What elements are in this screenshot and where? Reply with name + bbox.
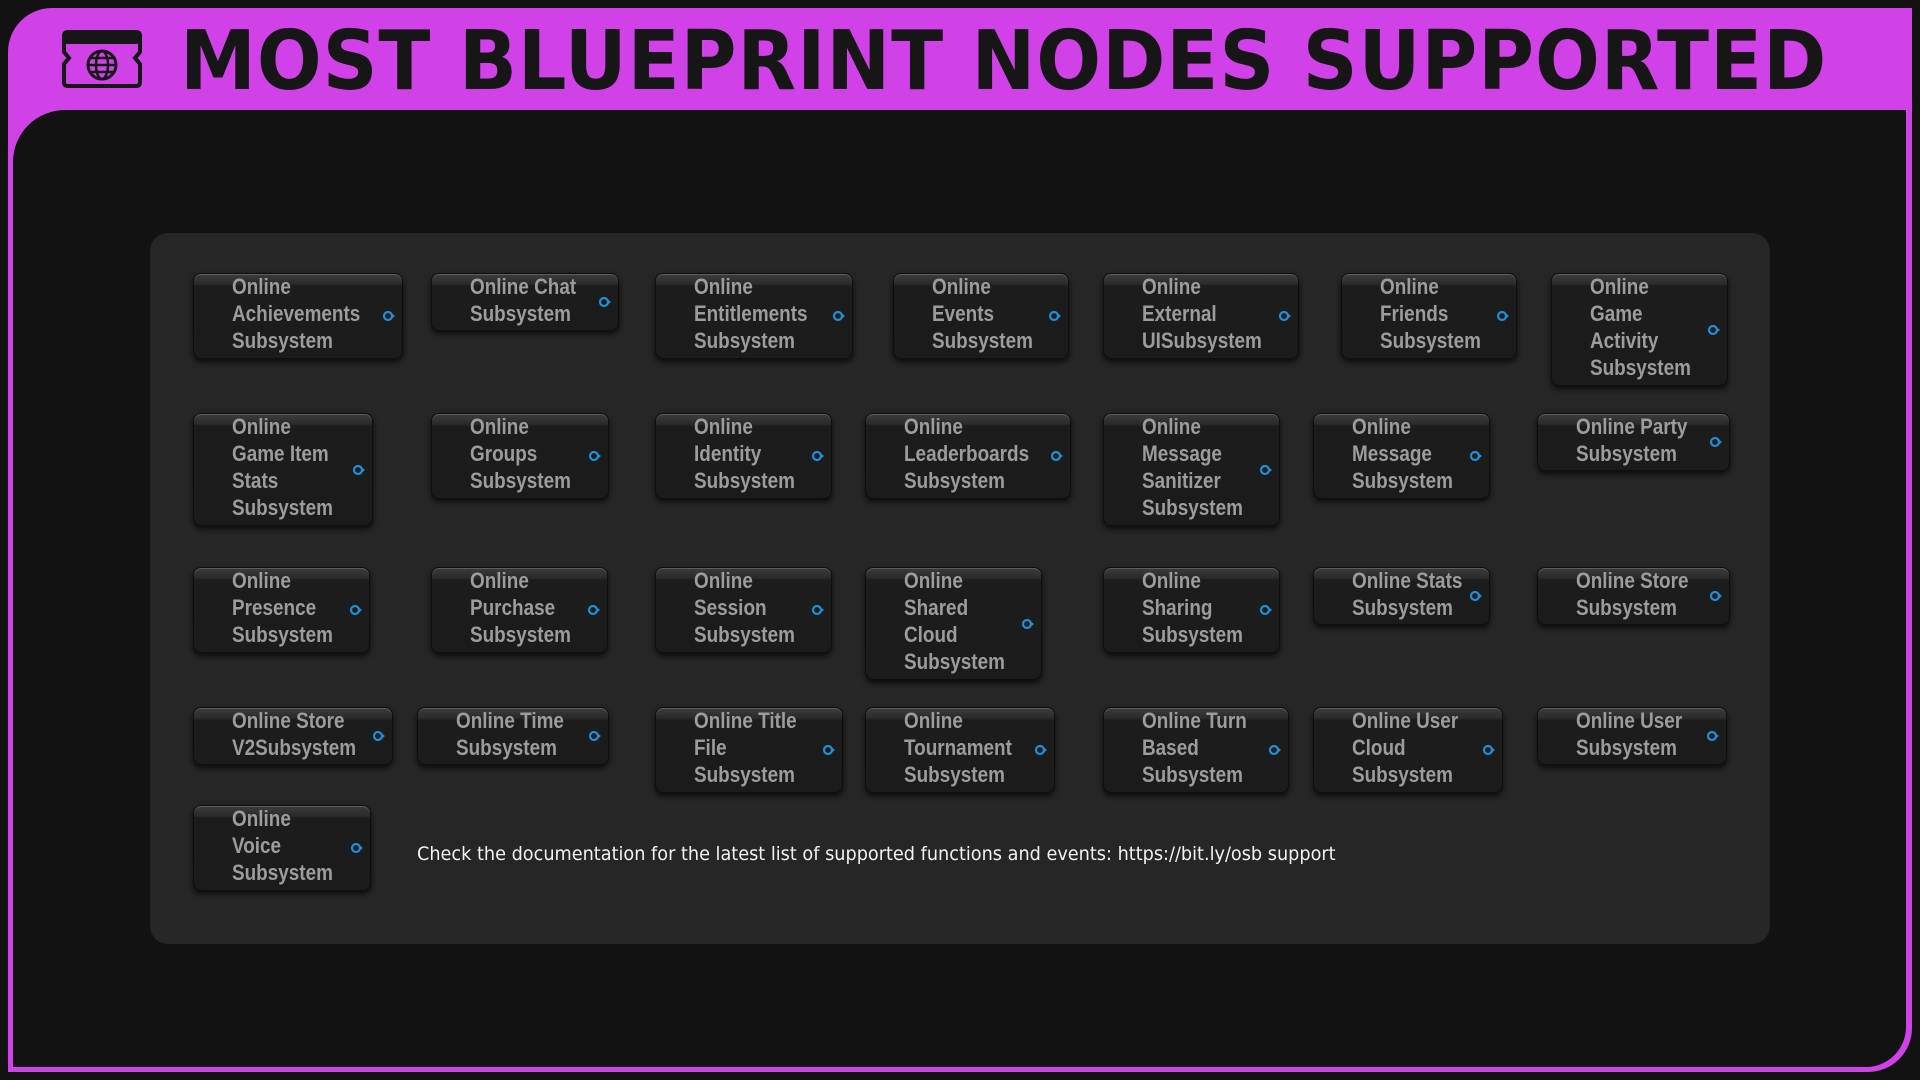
blueprint-node[interactable]: Online Identity Subsystem — [655, 413, 832, 499]
node-label: Online Achievements Subsystem — [232, 274, 361, 353]
node-label: Online Title File Subsystem — [694, 708, 797, 787]
blueprint-node[interactable]: Online Party Subsystem — [1537, 413, 1730, 471]
output-pin-icon[interactable] — [598, 296, 612, 308]
node-label: Online Events Subsystem — [932, 274, 1033, 353]
page-title: MOST BLUEPRINT NODES SUPPORTED — [180, 14, 1828, 109]
node-label: Online Game Activity Subsystem — [1590, 274, 1691, 380]
blueprint-node[interactable]: Online Sharing Subsystem — [1103, 567, 1280, 653]
output-pin-icon[interactable] — [1706, 730, 1720, 742]
output-pin-icon[interactable] — [1496, 310, 1510, 322]
node-label: Online Leaderboards Subsystem — [904, 414, 1030, 493]
blueprint-node[interactable]: Online Events Subsystem — [893, 273, 1069, 359]
blueprint-node[interactable]: Online Message Sanitizer Subsystem — [1103, 413, 1280, 526]
node-label: Online Turn Based Subsystem — [1142, 708, 1247, 787]
output-pin-icon[interactable] — [1048, 310, 1062, 322]
blueprint-node[interactable]: Online User Cloud Subsystem — [1313, 707, 1503, 793]
documentation-note: Check the documentation for the latest l… — [417, 843, 1336, 865]
node-label: Online User Subsystem — [1576, 708, 1683, 760]
blueprint-node[interactable]: Online Voice Subsystem — [193, 805, 371, 891]
output-pin-icon[interactable] — [832, 310, 846, 322]
output-pin-icon[interactable] — [1034, 744, 1048, 756]
node-label: Online Entitlements Subsystem — [694, 274, 808, 353]
output-pin-icon[interactable] — [1259, 604, 1273, 616]
output-pin-icon[interactable] — [1709, 590, 1723, 602]
blueprint-node[interactable]: Online Tournament Subsystem — [865, 707, 1055, 793]
output-pin-icon[interactable] — [352, 464, 366, 476]
node-label: Online Message Sanitizer Subsystem — [1142, 414, 1243, 520]
output-pin-icon[interactable] — [349, 604, 363, 616]
output-pin-icon[interactable] — [350, 842, 364, 854]
output-pin-icon[interactable] — [1259, 464, 1273, 476]
blueprint-node[interactable]: Online Stats Subsystem — [1313, 567, 1490, 625]
blueprint-node[interactable]: Online Purchase Subsystem — [431, 567, 608, 653]
node-label: Online Store Subsystem — [1576, 568, 1689, 620]
node-label: Online External UISubsystem — [1142, 274, 1262, 353]
output-pin-icon[interactable] — [1707, 324, 1721, 336]
node-label: Online Identity Subsystem — [694, 414, 795, 493]
blueprint-node[interactable]: Online Game Item Stats Subsystem — [193, 413, 373, 526]
output-pin-icon[interactable] — [1021, 618, 1035, 630]
blueprint-node[interactable]: Online Groups Subsystem — [431, 413, 609, 499]
output-pin-icon[interactable] — [588, 450, 602, 462]
blueprint-node[interactable]: Online Time Subsystem — [417, 707, 609, 765]
blueprint-node[interactable]: Online Leaderboards Subsystem — [865, 413, 1071, 499]
output-pin-icon[interactable] — [1469, 590, 1483, 602]
blueprint-node[interactable]: Online Friends Subsystem — [1341, 273, 1517, 359]
output-pin-icon[interactable] — [372, 730, 386, 742]
node-label: Online Session Subsystem — [694, 568, 795, 647]
blueprint-node[interactable]: Online External UISubsystem — [1103, 273, 1299, 359]
blueprint-node[interactable]: Online Presence Subsystem — [193, 567, 370, 653]
blueprint-node[interactable]: Online Achievements Subsystem — [193, 273, 403, 359]
node-label: Online Time Subsystem — [456, 708, 564, 760]
node-label: Online Purchase Subsystem — [470, 568, 571, 647]
blueprint-node[interactable]: Online Store Subsystem — [1537, 567, 1730, 625]
node-label: Online Store V2Subsystem — [232, 708, 357, 760]
blueprint-node[interactable]: Online Chat Subsystem — [431, 273, 619, 331]
output-pin-icon[interactable] — [822, 744, 836, 756]
blueprint-node[interactable]: Online Title File Subsystem — [655, 707, 843, 793]
node-label: Online Sharing Subsystem — [1142, 568, 1243, 647]
output-pin-icon[interactable] — [1709, 436, 1723, 448]
node-label: Online Game Item Stats Subsystem — [232, 414, 333, 520]
node-label: Online Stats Subsystem — [1352, 568, 1463, 620]
node-label: Online Presence Subsystem — [232, 568, 333, 647]
blueprint-node[interactable]: Online Game Activity Subsystem — [1551, 273, 1728, 386]
node-label: Online Party Subsystem — [1576, 414, 1688, 466]
ticket-globe-icon — [62, 30, 142, 88]
node-label: Online Friends Subsystem — [1380, 274, 1481, 353]
output-pin-icon[interactable] — [1278, 310, 1292, 322]
blueprint-node[interactable]: Online Message Subsystem — [1313, 413, 1490, 499]
node-label: Online Message Subsystem — [1352, 414, 1453, 493]
output-pin-icon[interactable] — [811, 604, 825, 616]
node-label: Online Voice Subsystem — [232, 806, 333, 885]
output-pin-icon[interactable] — [588, 730, 602, 742]
output-pin-icon[interactable] — [1268, 744, 1282, 756]
output-pin-icon[interactable] — [587, 604, 601, 616]
node-label: Online User Cloud Subsystem — [1352, 708, 1459, 787]
blueprint-node[interactable]: Online User Subsystem — [1537, 707, 1727, 765]
node-label: Online Tournament Subsystem — [904, 708, 1012, 787]
blueprint-node[interactable]: Online Entitlements Subsystem — [655, 273, 853, 359]
node-label: Online Chat Subsystem — [470, 274, 577, 326]
output-pin-icon[interactable] — [1482, 744, 1496, 756]
output-pin-icon[interactable] — [1050, 450, 1064, 462]
output-pin-icon[interactable] — [1469, 450, 1483, 462]
node-label: Online Groups Subsystem — [470, 414, 571, 493]
output-pin-icon[interactable] — [382, 310, 396, 322]
node-label: Online Shared Cloud Subsystem — [904, 568, 1005, 674]
blueprint-node[interactable]: Online Shared Cloud Subsystem — [865, 567, 1042, 680]
blueprint-node[interactable]: Online Turn Based Subsystem — [1103, 707, 1289, 793]
blueprint-node[interactable]: Online Session Subsystem — [655, 567, 832, 653]
output-pin-icon[interactable] — [811, 450, 825, 462]
blueprint-node[interactable]: Online Store V2Subsystem — [193, 707, 393, 765]
